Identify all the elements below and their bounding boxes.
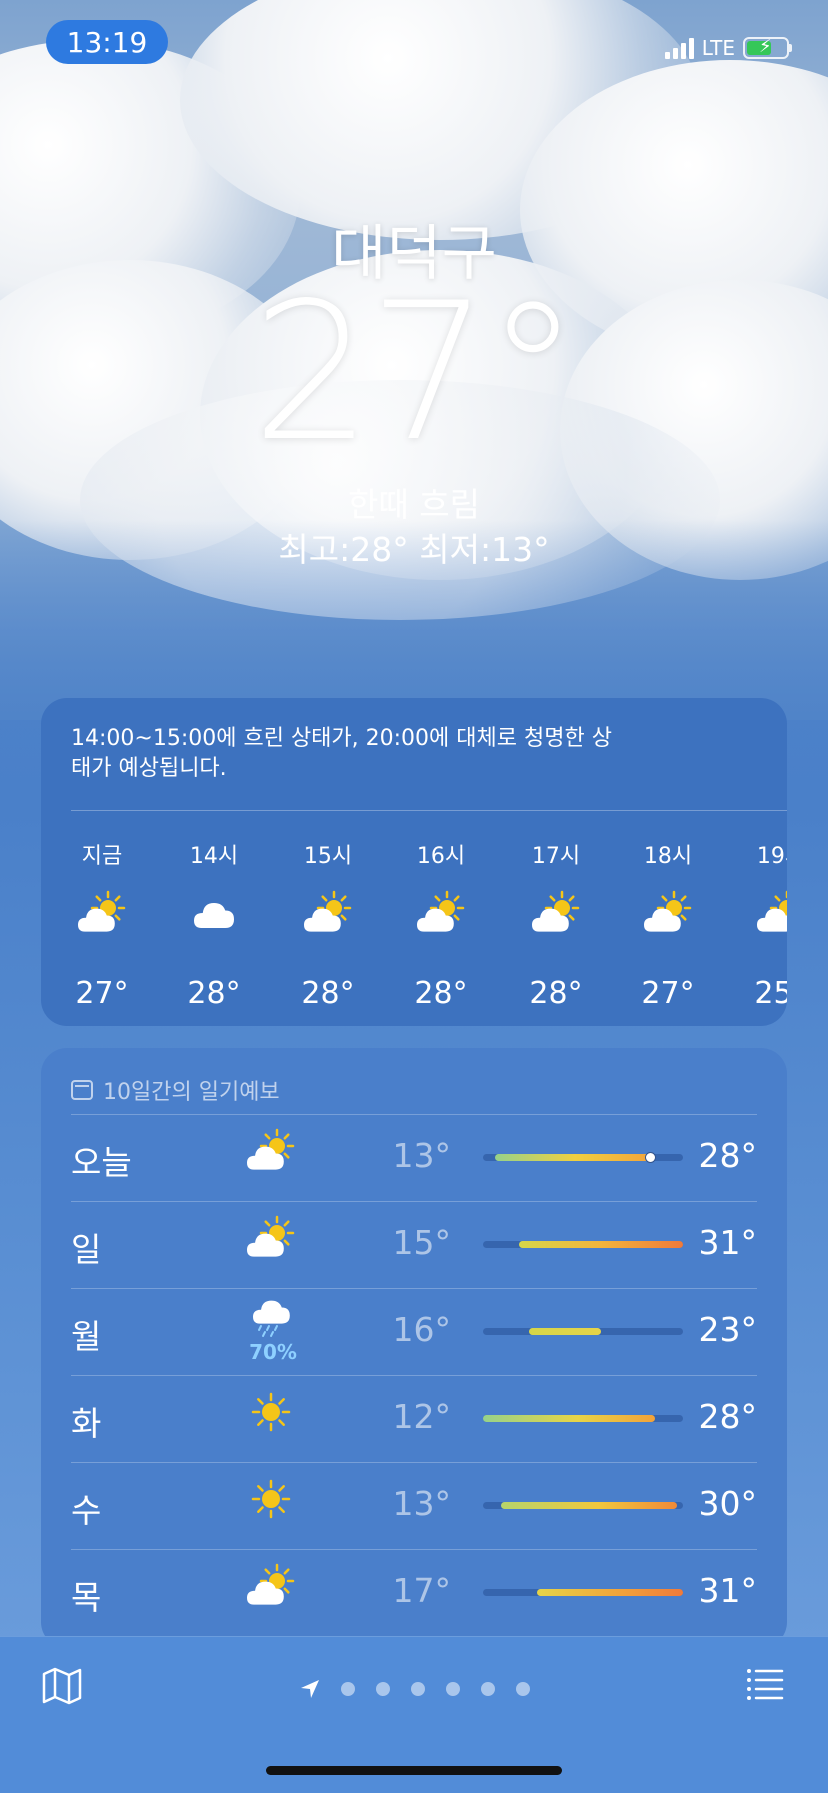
hourly-item: 16시 28° [401, 838, 481, 1011]
high-temperature: 31° [698, 1571, 758, 1610]
temperature-range-bar [529, 1328, 601, 1335]
sun-icon [243, 1389, 303, 1445]
hour-label: 16시 [416, 844, 466, 869]
temperature-range-track [483, 1241, 683, 1248]
daily-row[interactable]: 목 17° 31° [71, 1549, 757, 1635]
battery-icon: ⚡ [743, 36, 792, 59]
partly-sunny-icon [401, 890, 481, 950]
high-temperature: 31° [698, 1223, 758, 1262]
list-icon[interactable] [746, 1667, 784, 1701]
hour-temperature: 28° [529, 976, 583, 1011]
hour-temperature: 28° [187, 976, 241, 1011]
sun-icon [243, 1476, 303, 1532]
temperature-range-bar [483, 1415, 655, 1422]
partly-sunny-icon [516, 890, 596, 950]
daily-forecast-card[interactable]: 10일간의 일기예보 오늘 13° 28° 일 15° 31° 월 70% 16° … [41, 1048, 787, 1648]
hourly-item: 15시 28° [288, 838, 368, 1011]
temperature-range-track [483, 1502, 683, 1509]
hour-temperature: 28° [414, 976, 468, 1011]
temperature-range-bar [519, 1241, 683, 1248]
temperature-range-track [483, 1415, 683, 1422]
partly-sunny-icon [741, 890, 787, 950]
low-temperature: 13° [392, 1484, 452, 1523]
page-indicator[interactable] [300, 1679, 530, 1699]
hour-label: 18시 [643, 844, 693, 869]
status-time[interactable]: 13:19 [46, 20, 168, 64]
partly-sunny-icon [243, 1215, 303, 1271]
precip-chance: 70% [249, 1340, 297, 1364]
temperature-range-track [483, 1328, 683, 1335]
current-temperature: 27° [251, 262, 581, 483]
low-temperature: 12° [392, 1397, 452, 1436]
forecast-summary: 14:00~15:00에 흐린 상태가, 20:00에 대체로 청명한 상태가 … [71, 726, 612, 781]
hourly-item: 18시 27° [628, 838, 708, 1011]
partly-sunny-icon [243, 1563, 303, 1619]
temperature-range-track [483, 1589, 683, 1596]
daily-forecast-title: 10일간의 일기예보 [103, 1080, 280, 1105]
low-temperature: 16° [392, 1310, 452, 1349]
page-dot[interactable] [516, 1682, 530, 1696]
temperature-range-bar [501, 1502, 677, 1509]
low-temperature: 17° [392, 1571, 452, 1610]
status-indicators: LTE ⚡ [664, 36, 792, 60]
current-temp-dot [645, 1152, 656, 1163]
page-dot[interactable] [446, 1682, 460, 1696]
partly-sunny-icon [628, 890, 708, 950]
day-label: 오늘 [71, 1143, 132, 1182]
temperature-range-bar [495, 1154, 655, 1161]
hourly-item: 19시 25° [741, 838, 787, 1011]
temperature-range-bar [537, 1589, 683, 1596]
day-label: 일 [71, 1230, 102, 1269]
cloud-icon [174, 890, 254, 950]
partly-sunny-icon [243, 1128, 303, 1184]
page-dot[interactable] [376, 1682, 390, 1696]
hour-temperature: 27° [641, 976, 695, 1011]
current-condition: 한때 흐림 [348, 485, 480, 524]
hour-temperature: 28° [301, 976, 355, 1011]
hour-label: 19시 [756, 844, 787, 869]
calendar-icon [71, 1080, 93, 1100]
hourly-item: 지금 27° [62, 838, 142, 1011]
partly-sunny-icon [288, 890, 368, 950]
high-temperature: 30° [698, 1484, 758, 1523]
network-label: LTE [701, 36, 735, 60]
home-indicator[interactable] [266, 1766, 562, 1775]
signal-icon [664, 37, 694, 59]
hour-label: 14시 [189, 844, 239, 869]
page-dot[interactable] [481, 1682, 495, 1696]
daily-row[interactable]: 일 15° 31° [71, 1201, 757, 1287]
daily-row[interactable]: 월 70% 16° 23° [71, 1288, 757, 1374]
map-icon[interactable] [42, 1667, 82, 1705]
low-temperature: 15° [392, 1223, 452, 1262]
day-label: 수 [71, 1491, 102, 1530]
daily-row[interactable]: 오늘 13° 28° [71, 1114, 757, 1200]
hour-label: 15시 [303, 844, 353, 869]
daily-row[interactable]: 수 13° 30° [71, 1462, 757, 1548]
high-low-temperature: 최고:28° 최저:13° [278, 530, 550, 569]
temperature-range-track [483, 1152, 683, 1163]
hour-label: 17시 [531, 844, 581, 869]
hourly-forecast-card[interactable]: 14:00~15:00에 흐린 상태가, 20:00에 대체로 청명한 상태가 … [41, 698, 787, 1026]
partly-sunny-icon [62, 890, 142, 950]
low-temperature: 13° [392, 1136, 452, 1175]
day-label: 화 [71, 1404, 102, 1443]
high-temperature: 23° [698, 1310, 758, 1349]
location-arrow-icon[interactable] [300, 1679, 320, 1699]
page-dot[interactable] [411, 1682, 425, 1696]
page-dot[interactable] [341, 1682, 355, 1696]
high-temperature: 28° [698, 1136, 758, 1175]
daily-row[interactable]: 화 12° 28° [71, 1375, 757, 1461]
hour-temperature: 25° [754, 976, 787, 1011]
hourly-item: 14시 28° [174, 838, 254, 1011]
hour-label: 지금 [81, 844, 123, 869]
daily-forecast-header: 10일간의 일기예보 [71, 1074, 280, 1106]
high-temperature: 28° [698, 1397, 758, 1436]
hourly-item: 17시 28° [516, 838, 596, 1011]
hour-temperature: 27° [75, 976, 129, 1011]
day-label: 목 [71, 1578, 102, 1617]
day-label: 월 [71, 1317, 102, 1356]
